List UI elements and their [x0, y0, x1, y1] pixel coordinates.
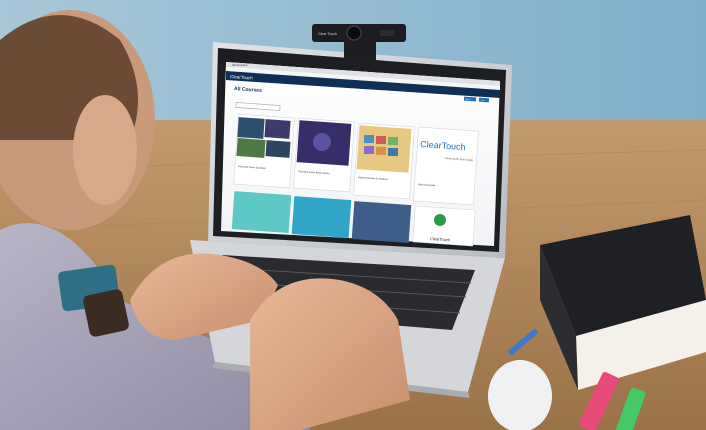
signup-label: Join [481, 100, 485, 102]
course-card-thumbnail[interactable] [291, 196, 352, 238]
photo-scene: All Courses ClearTouch All Courses All C… [0, 0, 706, 430]
course-card[interactable]: ClearTouch Panel Quick Start Guide Quick… [413, 126, 479, 206]
webcam-brand: Clear Touch [318, 32, 337, 36]
mouse [488, 360, 552, 430]
course-card[interactable]: Command Center Essentials [233, 113, 295, 189]
browser-tab-title[interactable]: All Courses [232, 63, 248, 67]
course-card-thumbnail[interactable] [231, 191, 292, 233]
nav-item-4[interactable]: Events [428, 93, 436, 97]
course-card-thumbnail[interactable] [351, 201, 412, 243]
course-card[interactable]: Command Center Builder Basics [293, 117, 355, 193]
course-card[interactable]: ClearTouch [412, 205, 476, 247]
course-card[interactable]: Galaxy Essentials for Teachers [353, 122, 415, 200]
